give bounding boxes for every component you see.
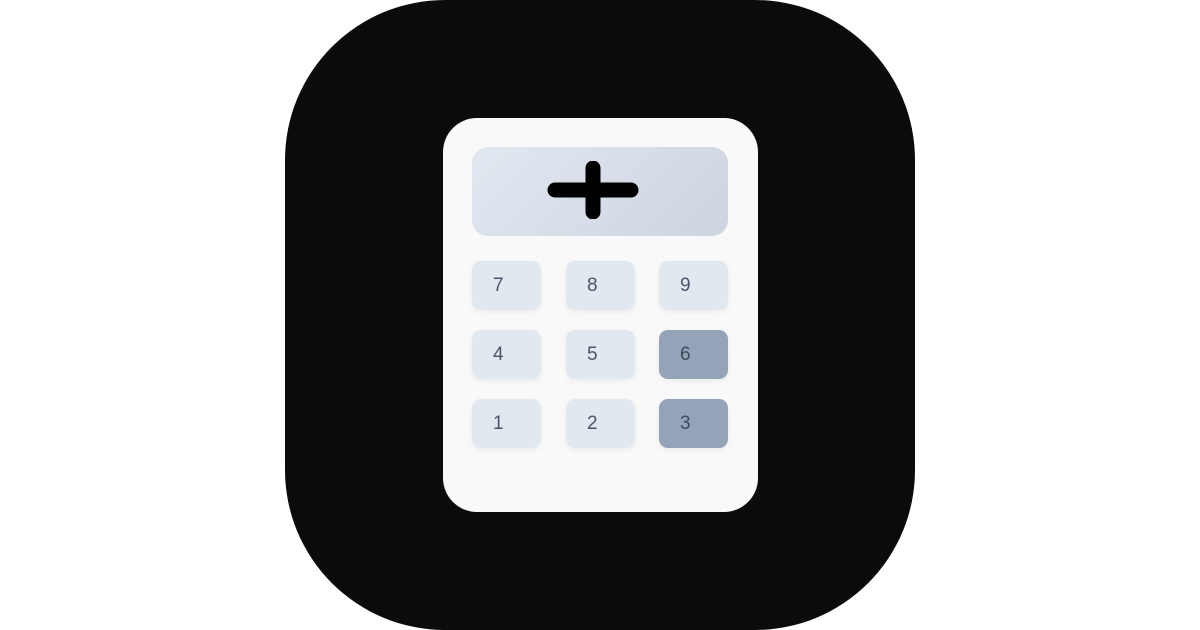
calculator-app-icon: 7 8 9 4 5 6 1 2 3: [285, 0, 915, 630]
key-5[interactable]: 5: [566, 330, 635, 379]
key-8[interactable]: 8: [566, 261, 635, 310]
key-6[interactable]: 6: [659, 330, 728, 379]
calculator-display: [472, 147, 728, 236]
key-9[interactable]: 9: [659, 261, 728, 310]
stage: 7 8 9 4 5 6 1 2 3: [0, 0, 1200, 630]
key-1[interactable]: 1: [472, 399, 541, 448]
key-3[interactable]: 3: [659, 399, 728, 448]
key-4[interactable]: 4: [472, 330, 541, 379]
plus-icon: [547, 161, 639, 219]
key-2[interactable]: 2: [566, 399, 635, 448]
calculator-body: 7 8 9 4 5 6 1 2 3: [443, 118, 758, 512]
key-7[interactable]: 7: [472, 261, 541, 310]
